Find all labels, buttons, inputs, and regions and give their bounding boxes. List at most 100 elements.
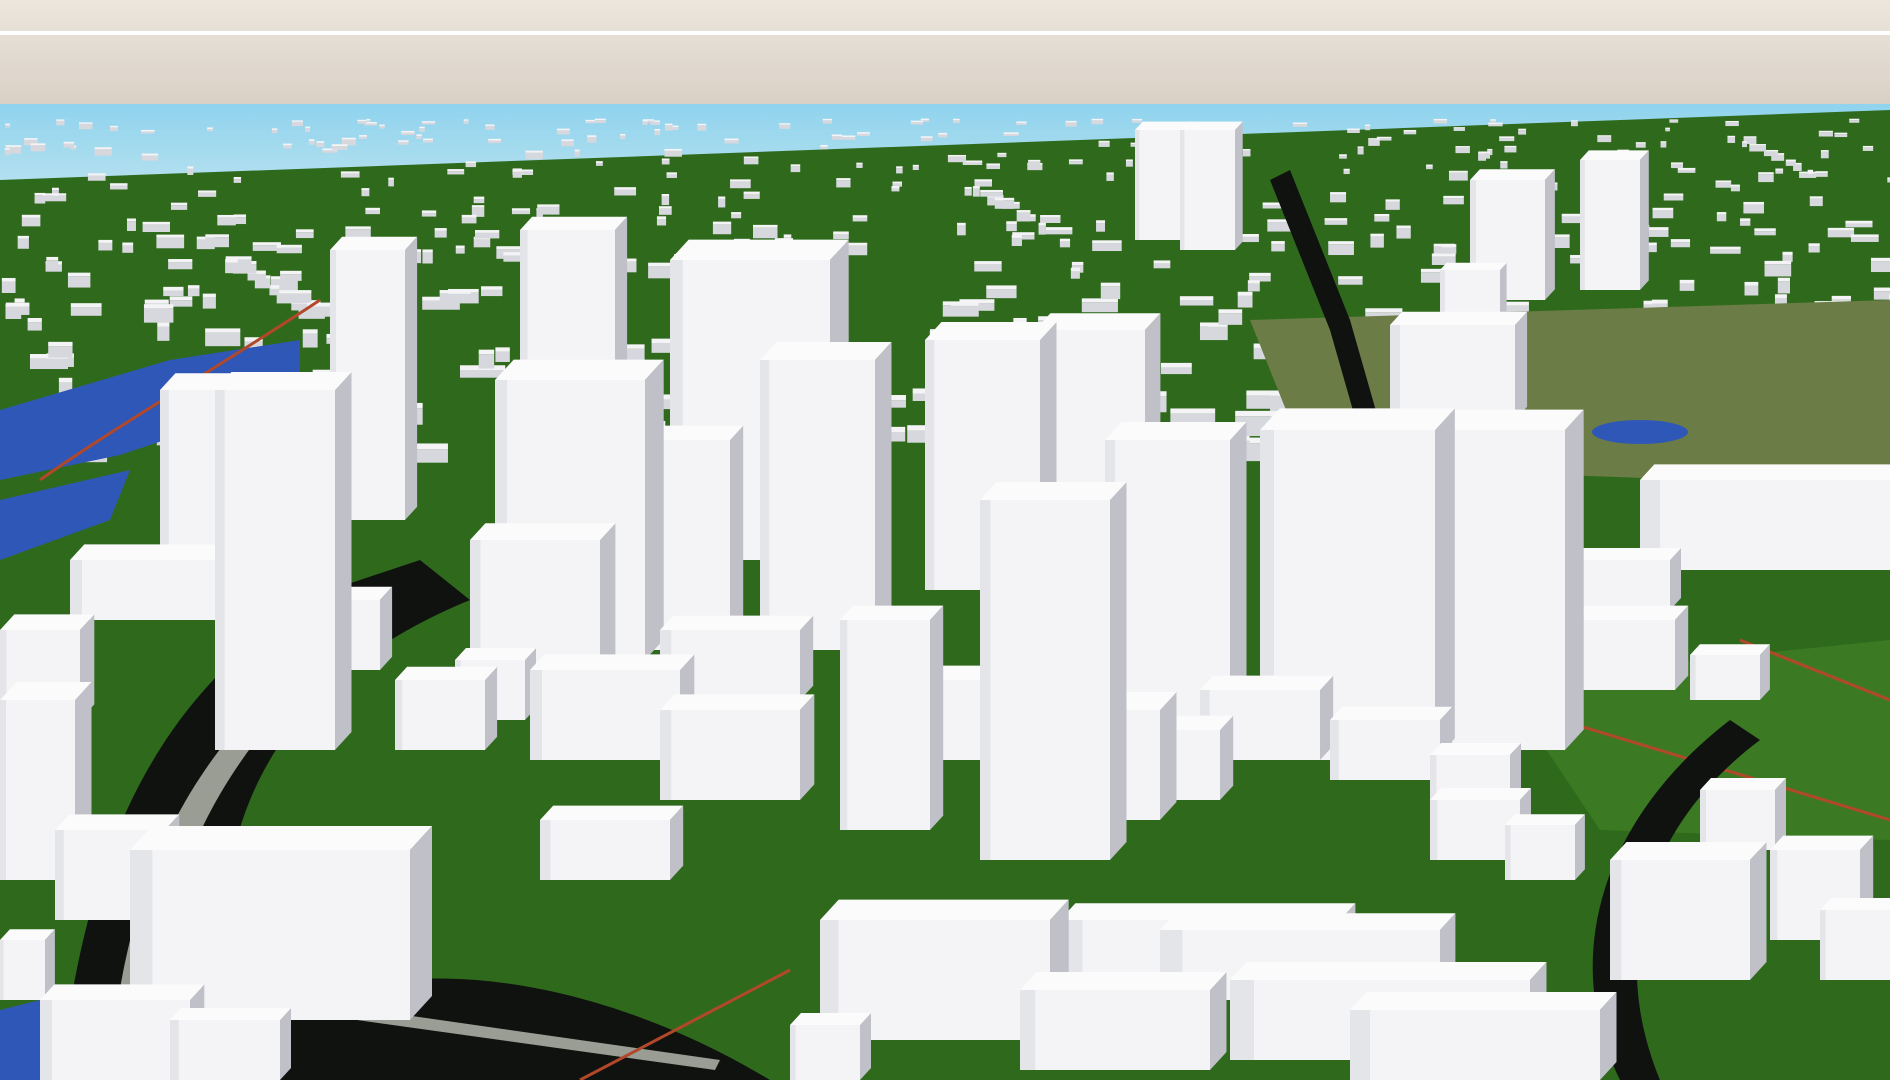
low-rise-building — [1777, 277, 1790, 294]
horizon-line — [0, 31, 1890, 35]
low-rise-building — [295, 229, 314, 239]
low-rise-building — [1754, 228, 1776, 236]
low-rise-building — [1660, 141, 1667, 148]
low-rise-building — [1218, 309, 1243, 325]
low-rise-building — [986, 285, 1017, 299]
low-rise-building — [217, 214, 236, 226]
low-rise-building — [187, 285, 200, 297]
low-rise-building — [1338, 276, 1363, 285]
low-rise-building — [1426, 164, 1433, 170]
low-rise-building — [1247, 280, 1260, 292]
low-rise-building — [1443, 195, 1464, 205]
low-rise-building — [1365, 124, 1371, 131]
low-rise-building — [997, 152, 1007, 158]
low-rise-building — [1834, 132, 1848, 138]
low-rise-building — [205, 234, 229, 248]
low-rise-building — [1433, 118, 1448, 124]
low-rise-building — [202, 293, 216, 309]
low-rise-building — [126, 218, 136, 231]
low-rise-building — [642, 119, 648, 125]
low-rise-building — [271, 128, 278, 134]
low-rise-building — [1455, 146, 1470, 154]
low-rise-building — [207, 127, 213, 132]
low-rise-building — [779, 123, 791, 129]
low-rise-building — [1006, 221, 1017, 232]
low-rise-building — [856, 162, 863, 168]
low-rise-building — [1488, 122, 1503, 127]
low-rise-building — [495, 347, 510, 362]
low-rise-building — [661, 193, 670, 206]
low-rise-building — [1199, 322, 1228, 341]
low-rise-building — [419, 126, 425, 132]
low-rise-building — [388, 177, 394, 187]
low-rise-building — [439, 290, 471, 302]
low-rise-building — [345, 226, 371, 238]
low-rise-building — [1448, 170, 1468, 181]
low-rise-building — [820, 144, 828, 150]
low-rise-building — [974, 179, 993, 187]
low-rise-building — [1068, 159, 1083, 165]
low-rise-building — [1499, 136, 1515, 142]
low-rise-building — [1849, 118, 1860, 123]
building-small-block-right-3 — [1700, 778, 1786, 850]
low-rise-building — [379, 124, 385, 129]
low-rise-building — [1374, 213, 1390, 222]
low-rise-building — [666, 172, 677, 178]
low-rise-building — [485, 124, 495, 130]
low-rise-building — [1775, 168, 1784, 174]
low-rise-building — [1504, 145, 1517, 153]
low-rise-building — [672, 125, 679, 131]
city-3d-view — [0, 0, 1890, 1080]
building-edge-block — [0, 929, 55, 1000]
building-front-right-block — [1350, 992, 1617, 1080]
low-rise-building — [1271, 241, 1285, 252]
low-rise-building — [170, 202, 188, 210]
low-rise-building — [87, 173, 106, 181]
low-rise-building — [1357, 146, 1364, 155]
low-rise-building — [1808, 243, 1820, 253]
low-rise-building — [896, 166, 903, 174]
low-rise-building — [1743, 201, 1764, 214]
low-rise-building — [1292, 122, 1308, 127]
low-rise-building — [1478, 151, 1491, 159]
low-rise-building — [1677, 167, 1696, 173]
low-rise-building — [950, 301, 979, 313]
low-rise-building — [1873, 287, 1890, 300]
low-rise-building — [465, 161, 477, 168]
low-rise-building — [1820, 150, 1829, 159]
building-tower-center-2 — [760, 342, 892, 650]
low-rise-building — [620, 133, 626, 140]
low-rise-building — [276, 244, 302, 254]
low-rise-building — [67, 272, 91, 288]
low-rise-building — [1091, 118, 1104, 125]
low-rise-building — [78, 122, 93, 130]
low-rise-building — [585, 119, 596, 124]
low-rise-building — [1011, 234, 1022, 247]
building-lowrise-3 — [395, 666, 498, 750]
low-rise-building — [291, 120, 304, 127]
low-rise-building — [947, 154, 967, 163]
low-rise-building — [434, 228, 447, 238]
low-rise-building — [957, 222, 966, 236]
low-rise-building — [1453, 127, 1465, 131]
low-rise-building — [1818, 130, 1833, 137]
building-tower-left-tall — [215, 372, 352, 750]
low-rise-building — [1237, 291, 1253, 308]
low-rise-building — [752, 224, 778, 239]
low-rise-building — [654, 129, 661, 136]
low-rise-building — [1862, 145, 1874, 151]
low-rise-building — [790, 164, 801, 173]
low-rise-building — [423, 138, 433, 143]
low-rise-building — [475, 230, 500, 239]
park-pond — [1592, 420, 1688, 444]
low-rise-building — [1740, 218, 1751, 226]
low-rise-building — [1016, 210, 1031, 222]
low-rise-building — [269, 285, 280, 296]
low-rise-building — [5, 302, 30, 315]
low-rise-building — [614, 187, 637, 196]
low-rise-building — [1065, 120, 1077, 127]
low-rise-building — [556, 128, 570, 135]
low-rise-building — [1059, 238, 1071, 248]
low-rise-building — [308, 139, 315, 145]
low-rise-building — [1106, 172, 1114, 181]
